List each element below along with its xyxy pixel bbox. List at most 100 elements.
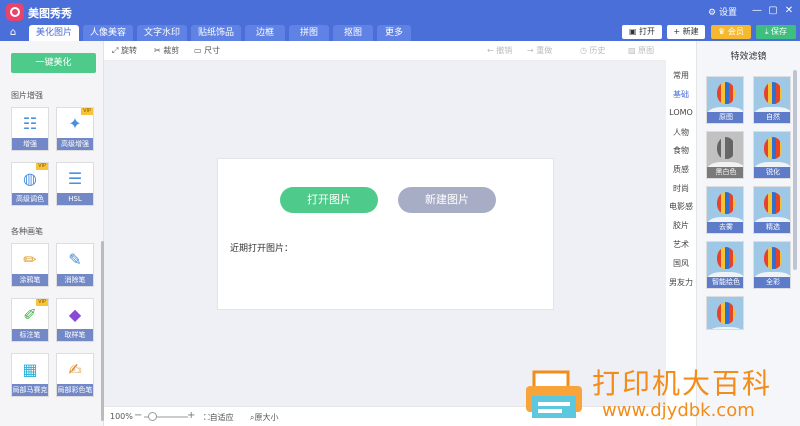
new-file-button[interactable]: + 新建 <box>667 25 705 39</box>
watermark-url: www.djydbk.com <box>602 400 755 421</box>
original-button[interactable]: ▨ 原图 <box>628 45 654 56</box>
vip-button[interactable]: ♛ 会员 <box>711 25 751 39</box>
filter-label: 全彩 <box>754 277 790 288</box>
recent-images-label: 近期打开图片： <box>230 244 294 254</box>
save-label: 保存 <box>771 27 788 36</box>
maximize-button[interactable]: ▢ <box>766 4 780 18</box>
category-item[interactable]: 男友力 <box>666 277 696 288</box>
tab-cutout[interactable]: 抠图 <box>333 25 373 41</box>
save-button[interactable]: ⤓ 保存 <box>756 25 796 39</box>
filter-label: 精选 <box>754 222 790 233</box>
undo-button[interactable]: ← 撤销 <box>487 45 512 56</box>
tab-border[interactable]: 边框 <box>245 25 285 41</box>
dropper-icon: ◆ <box>68 305 82 324</box>
category-item[interactable]: 国风 <box>666 258 696 269</box>
section-title-enhance: 图片增强 <box>11 91 43 100</box>
tool-eraser-pen[interactable]: ✎ 消除笔 <box>56 243 94 287</box>
filter-thumb[interactable]: 全彩 <box>753 241 791 289</box>
home-icon[interactable]: ⌂ <box>3 25 23 41</box>
filter-thumb[interactable]: 黑白色 <box>706 131 744 179</box>
category-item[interactable]: 人物 <box>666 127 696 138</box>
vip-label: 会员 <box>727 27 744 36</box>
tool-annotate-pen[interactable]: ✐ 标注笔 VIP <box>11 298 49 342</box>
tab-sticker[interactable]: 贴纸饰品 <box>191 25 241 41</box>
actual-size-button[interactable]: ⌕原大小 <box>250 412 278 423</box>
filter-scrollbar[interactable] <box>793 70 797 270</box>
tool-doodle-pen[interactable]: ✏ 涂鸦笔 <box>11 243 49 287</box>
filter-thumb[interactable] <box>706 296 744 330</box>
open-file-button[interactable]: ▣ 打开 <box>622 25 662 39</box>
sliders-icon: ☷ <box>22 114 38 133</box>
history-button[interactable]: ◷ 历史 <box>580 45 606 56</box>
category-item[interactable]: 时尚 <box>666 183 696 194</box>
category-item[interactable]: 艺术 <box>666 239 696 250</box>
tab-portrait[interactable]: 人像美容 <box>83 25 133 41</box>
tab-more[interactable]: 更多 <box>377 25 411 41</box>
new-label: 新建 <box>682 27 699 36</box>
redo-label: 重做 <box>536 46 553 55</box>
tool-color-brush[interactable]: ✍ 局部彩色笔 <box>56 353 94 397</box>
settings-button[interactable]: ⚙ 设置 <box>708 5 737 18</box>
tool-sample-pen[interactable]: ◆ 取样笔 <box>56 298 94 342</box>
category-item[interactable]: 食物 <box>666 145 696 156</box>
tab-beautify[interactable]: 美化图片 <box>29 25 79 41</box>
close-button[interactable]: ✕ <box>782 4 796 18</box>
redo-button[interactable]: → 重做 <box>527 45 552 56</box>
original-label: 原图 <box>638 46 655 55</box>
left-tool-panel: 一键美化 图片增强 ☷ 增强 ✦ 高级增强 VIP ◍ 高级调色 VIP ☰ HSL 各种画… <box>0 41 104 426</box>
watermark-title: 打印机大百科 <box>592 367 773 400</box>
category-item[interactable]: 常用 <box>666 70 696 81</box>
fit-button[interactable]: ⛶自适应 <box>204 412 234 423</box>
minimize-button[interactable]: — <box>750 4 764 18</box>
new-image-button[interactable]: 新建图片 <box>398 187 496 213</box>
filter-thumb[interactable]: 去雾 <box>706 186 744 234</box>
open-image-button[interactable]: 打开图片 <box>280 187 378 213</box>
one-click-beautify-button[interactable]: 一键美化 <box>11 53 96 73</box>
filter-label: 智能绘色 <box>707 277 743 288</box>
actual-size-label: 原大小 <box>254 413 279 422</box>
tool-label: 消除笔 <box>57 274 93 286</box>
category-item[interactable]: 电影感 <box>666 201 696 212</box>
tool-enhance[interactable]: ☷ 增强 <box>11 107 49 151</box>
category-item[interactable]: 质感 <box>666 164 696 175</box>
tool-advanced-enhance[interactable]: ✦ 高级增强 VIP <box>56 107 94 151</box>
tool-mosaic[interactable]: ▦ 局部马赛克 <box>11 353 49 397</box>
tool-hsl[interactable]: ☰ HSL <box>56 162 94 206</box>
tab-text[interactable]: 文字水印 <box>137 25 187 41</box>
redo-icon: → <box>527 46 534 55</box>
tab-collage[interactable]: 拼图 <box>289 25 329 41</box>
crop-button[interactable]: ✂ 裁剪 <box>154 45 179 56</box>
rotate-label: 旋转 <box>120 46 137 55</box>
filter-thumb[interactable]: 智能绘色 <box>706 241 744 289</box>
filter-label: 锐化 <box>754 167 790 178</box>
size-button[interactable]: ▭ 尺寸 <box>194 45 220 56</box>
category-item[interactable]: 胶片 <box>666 220 696 231</box>
zoom-slider-handle[interactable] <box>148 412 157 421</box>
category-item[interactable]: LOMO <box>666 108 696 117</box>
rotate-button[interactable]: ⤢ 旋转 <box>112 45 137 56</box>
tool-label: HSL <box>57 193 93 205</box>
tool-label: 涂鸦笔 <box>12 274 48 286</box>
resize-icon: ▭ <box>194 46 202 55</box>
eraser-icon: ✎ <box>68 250 82 269</box>
vip-badge: VIP <box>36 299 48 306</box>
tab-bar: ⌂ 美化图片 人像美容 文字水印 贴纸饰品 边框 拼图 抠图 更多 ▣ 打开 +… <box>0 24 800 41</box>
undo-icon: ← <box>487 46 494 55</box>
tool-label: 局部彩色笔 <box>57 384 93 396</box>
zoom-in-button[interactable]: + <box>187 410 195 421</box>
filter-thumb[interactable]: 精选 <box>753 186 791 234</box>
category-item[interactable]: 基础 <box>666 89 696 100</box>
tool-advanced-color[interactable]: ◍ 高级调色 VIP <box>11 162 49 206</box>
filter-thumb[interactable]: 锐化 <box>753 131 791 179</box>
edit-toolbar: ⤢ 旋转 ✂ 裁剪 ▭ 尺寸 ← 撤销 → 重做 ◷ 历史 ▨ 原图 <box>104 41 666 61</box>
printer-logo-icon <box>526 370 582 418</box>
filter-thumb[interactable]: 原图 <box>706 76 744 124</box>
open-label: 打开 <box>639 27 656 36</box>
tool-label: 取样笔 <box>57 329 93 341</box>
crop-label: 裁剪 <box>163 46 180 55</box>
fit-label: 自适应 <box>209 413 234 422</box>
mosaic-icon: ▦ <box>22 360 38 379</box>
zoom-out-button[interactable]: − <box>134 410 142 421</box>
filter-thumb[interactable]: 自然 <box>753 76 791 124</box>
filter-label: 自然 <box>754 112 790 123</box>
